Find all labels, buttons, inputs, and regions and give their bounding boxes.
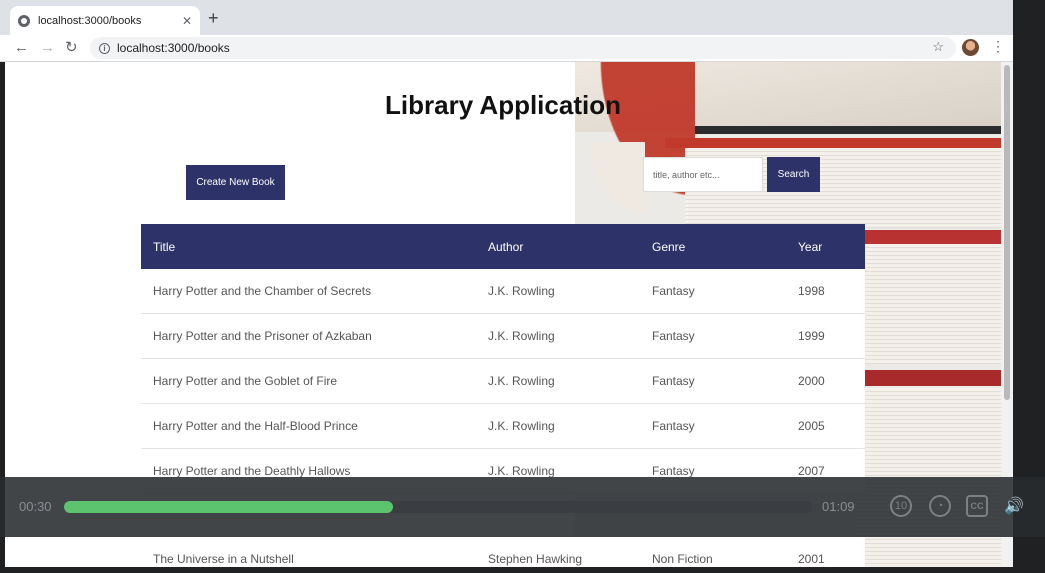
book-title: Harry Potter and the Deathly Hallows [153,464,351,478]
forward-icon[interactable]: → [40,38,55,58]
table-row[interactable]: Harry Potter and the Chamber of Secrets … [141,269,865,314]
column-header-author[interactable]: Author [476,240,640,254]
browser-toolbar: ← → ↻ i localhost:3000/books ☆ ⋮ [0,35,1013,62]
tab-strip: localhost:3000/books ✕ + [0,0,1013,35]
video-player-controls: 00:30 01:09 10 ◔ CC 🔊 [0,477,1045,537]
browser-tab[interactable]: localhost:3000/books ✕ [10,6,200,35]
table-row[interactable]: Harry Potter and the Goblet of Fire J.K.… [141,359,865,404]
book-year: 1998 [798,284,825,298]
speed-icon[interactable]: ◔ [929,495,951,517]
book-genre: Fantasy [652,464,695,478]
book-title: Harry Potter and the Goblet of Fire [153,374,338,388]
table-row[interactable]: Harry Potter and the Prisoner of Azkaban… [141,314,865,359]
progress-bar[interactable] [64,501,812,513]
info-icon[interactable]: i [99,42,110,54]
create-new-book-button[interactable]: Create New Book [186,165,285,200]
url-text: localhost:3000/books [117,41,230,55]
screen: localhost:3000/books ✕ + ← → ↻ i localho… [0,0,1045,573]
address-bar[interactable]: i localhost:3000/books ☆ [90,37,956,59]
book-title: Harry Potter and the Half-Blood Prince [153,419,358,433]
book-year: 2007 [798,464,825,478]
scrollbar-thumb[interactable] [1004,65,1010,400]
book-year: 1999 [798,329,825,343]
book-genre: Fantasy [652,419,695,433]
book-year: 2001 [798,552,825,566]
table-row[interactable]: Harry Potter and the Half-Blood Prince J… [141,404,865,449]
duration-time: 01:09 [822,499,855,514]
book-author: Stephen Hawking [488,552,583,566]
book-author: J.K. Rowling [488,329,555,343]
book-genre: Fantasy [652,284,695,298]
search-button[interactable]: Search [767,157,820,192]
page-title: Library Application [385,90,621,120]
column-header-genre[interactable]: Genre [640,240,786,254]
search-input[interactable]: title, author etc... [643,157,763,192]
table-row[interactable]: The Universe in a Nutshell Stephen Hawki… [141,537,865,567]
column-header-title[interactable]: Title [141,240,476,254]
browser-menu-icon[interactable]: ⋮ [991,38,1005,55]
books-table-continued: The Universe in a Nutshell Stephen Hawki… [141,537,865,567]
book-genre: Fantasy [652,374,695,388]
book-year: 2005 [798,419,825,433]
book-author: J.K. Rowling [488,464,555,478]
column-header-year[interactable]: Year [786,240,865,254]
progress-fill [64,501,394,513]
book-author: J.K. Rowling [488,284,555,298]
table-header: Title Author Genre Year [141,224,865,269]
book-genre: Non Fiction [652,552,713,566]
new-tab-icon[interactable]: + [208,8,219,28]
profile-avatar[interactable] [962,39,979,56]
rewind-10-icon[interactable]: 10 [890,495,912,517]
book-author: J.K. Rowling [488,374,555,388]
captions-icon[interactable]: CC [966,495,988,517]
books-table: Title Author Genre Year Harry Potter and… [141,224,865,494]
book-title: Harry Potter and the Prisoner of Azkaban [153,329,372,343]
tab-title: localhost:3000/books [38,14,142,27]
globe-icon [18,14,30,27]
tab-close-icon[interactable]: ✕ [182,14,192,28]
bookmark-star-icon[interactable]: ☆ [932,39,944,55]
current-time: 00:30 [19,499,52,514]
book-title: The Universe in a Nutshell [153,552,294,566]
book-genre: Fantasy [652,329,695,343]
book-title: Harry Potter and the Chamber of Secrets [153,284,372,298]
reload-icon[interactable]: ↻ [65,38,78,58]
volume-icon[interactable]: 🔊 [1003,495,1025,517]
book-year: 2000 [798,374,825,388]
back-icon[interactable]: ← [14,38,29,58]
book-author: J.K. Rowling [488,419,555,433]
